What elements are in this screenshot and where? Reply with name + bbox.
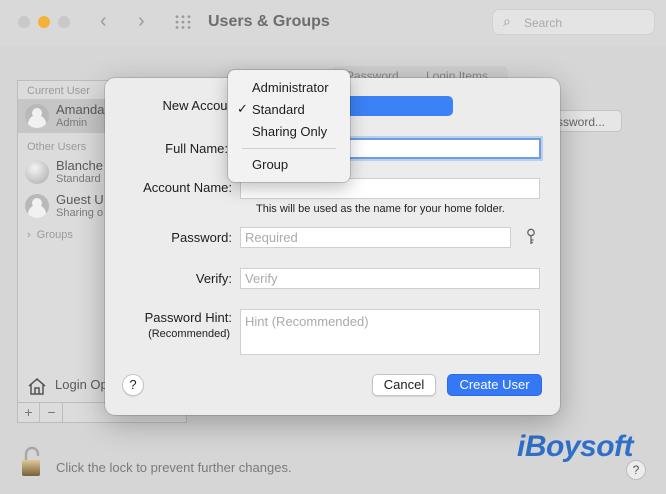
login-options-label[interactable]: Login Op [55, 377, 108, 392]
menu-separator [242, 148, 336, 149]
verify-label: Verify: [195, 271, 232, 286]
menu-item-label: Sharing Only [252, 124, 328, 139]
account-type-popup[interactable] [345, 96, 453, 116]
remove-user-button[interactable]: − [41, 403, 63, 422]
menu-item-group[interactable]: Group [228, 154, 350, 176]
cancel-button[interactable]: Cancel [372, 374, 436, 396]
menu-item-standard[interactable]: ✓ Standard [228, 99, 350, 121]
new-account-label: New Account: [162, 98, 243, 113]
account-name-note: This will be used as the name for your h… [256, 203, 505, 215]
window-title: Users & Groups [208, 13, 330, 30]
verify-field[interactable]: Verify [240, 268, 540, 289]
account-name-label: Account Name: [143, 180, 232, 195]
close-window-button[interactable] [18, 16, 30, 28]
other-users-header: Other Users [27, 141, 87, 153]
disclosure-chevron-icon: › [27, 229, 37, 241]
search-field[interactable]: ⌕ Search [492, 9, 655, 35]
help-button[interactable]: ? [122, 374, 144, 396]
menu-item-label: Standard [252, 102, 305, 117]
minimize-window-button[interactable] [38, 16, 50, 28]
user-role: Admin [56, 117, 88, 129]
verify-placeholder: Verify [245, 271, 278, 286]
full-name-label: Full Name: [165, 141, 228, 156]
brand-watermark: iBoysoft [517, 430, 634, 463]
titlebar: ‹ › Users & Groups ⌕ Search [0, 0, 666, 46]
lock-message: Click the lock to prevent further change… [56, 460, 292, 475]
zoom-window-button[interactable] [58, 16, 70, 28]
show-all-grid-icon[interactable] [174, 14, 192, 30]
hint-placeholder: Hint (Recommended) [245, 314, 369, 329]
account-type-menu: Administrator ✓ Standard Sharing Only Gr… [228, 70, 350, 182]
groups-label: Groups [36, 229, 73, 241]
key-icon[interactable] [525, 228, 537, 246]
user-name: Guest U [56, 192, 104, 207]
user-role: Standard [56, 173, 101, 185]
full-name-field[interactable] [345, 138, 541, 159]
back-arrow-icon[interactable]: ‹ [100, 10, 107, 33]
golf-ball-avatar-icon [25, 160, 49, 184]
password-hint-label: Password Hint: [144, 310, 232, 325]
house-icon [28, 378, 46, 395]
search-placeholder: Search [524, 16, 563, 30]
menu-item-sharing-only[interactable]: Sharing Only [228, 121, 350, 143]
password-field[interactable]: Required [240, 227, 511, 248]
groups-row[interactable]: › Groups [27, 229, 73, 241]
search-icon: ⌕ [503, 13, 511, 29]
user-name: Amanda [56, 102, 105, 117]
user-avatar-icon [25, 194, 49, 218]
create-user-button[interactable]: Create User [447, 374, 542, 396]
open-lock-icon[interactable] [20, 446, 44, 478]
menu-item-administrator[interactable]: Administrator [228, 77, 350, 99]
password-label: Password: [171, 230, 232, 245]
menu-item-label: Group [252, 157, 289, 172]
current-user-header: Current User [27, 85, 90, 97]
checkmark-icon: ✓ [237, 101, 248, 116]
user-role: Sharing o [56, 207, 104, 219]
forward-arrow-icon[interactable]: › [138, 10, 145, 33]
user-name: Blanche [56, 158, 103, 173]
window-help-button[interactable]: ? [626, 460, 646, 480]
add-user-button[interactable]: + [18, 403, 40, 422]
user-avatar-icon [25, 104, 49, 128]
menu-item-label: Administrator [252, 80, 329, 95]
password-hint-field[interactable]: Hint (Recommended) [240, 309, 540, 355]
password-hint-sublabel: (Recommended) [148, 328, 230, 340]
password-placeholder: Required [245, 230, 298, 245]
